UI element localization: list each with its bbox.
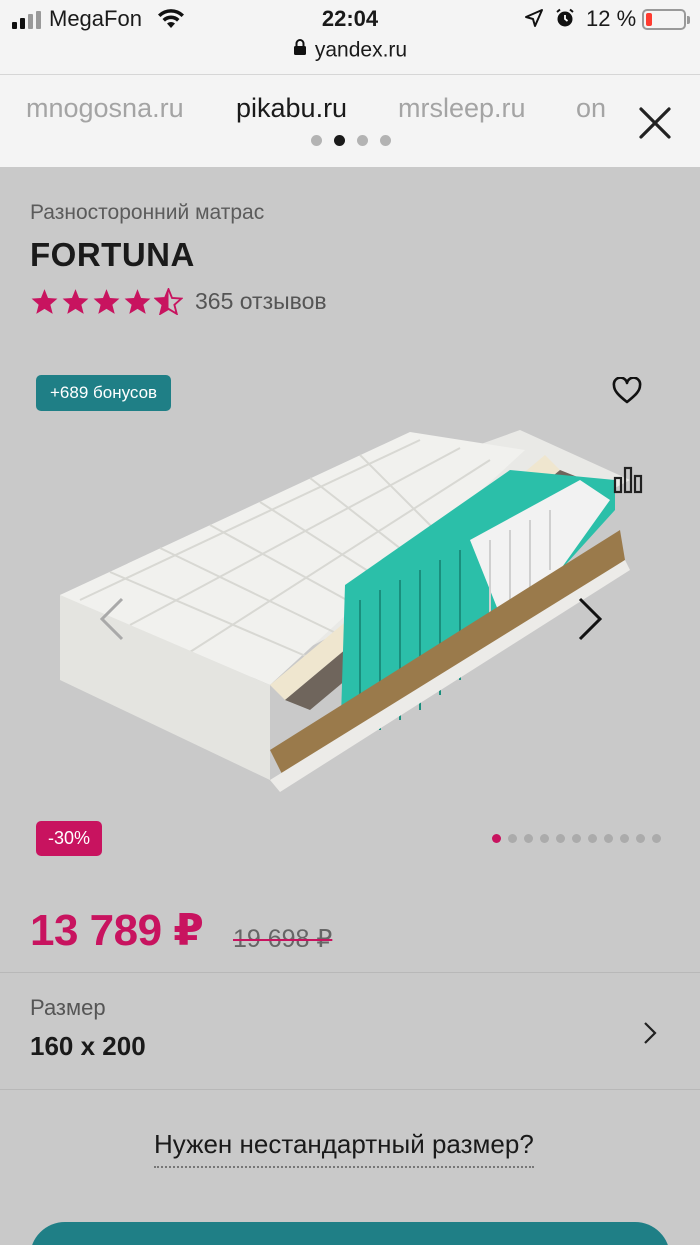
- product-subtitle: Разносторонний матрас: [30, 201, 265, 224]
- product-image[interactable]: [40, 420, 660, 810]
- pager-dot: [311, 135, 322, 146]
- compare-icon[interactable]: [613, 466, 643, 499]
- gallery-dot[interactable]: [524, 834, 533, 843]
- bonus-badge: +689 бонусов: [36, 375, 172, 411]
- heart-icon[interactable]: [612, 376, 642, 410]
- site-tabs: mnogosna.ru pikabu.ru mrsleep.ru on: [0, 74, 700, 167]
- old-price: 19 698 ₽: [233, 925, 333, 953]
- discount-badge: -30%: [36, 821, 103, 856]
- gallery-dot[interactable]: [508, 834, 517, 843]
- gallery-dot[interactable]: [620, 834, 629, 843]
- product-rating[interactable]: 365 отзывов: [30, 288, 327, 315]
- custom-size-link[interactable]: Нужен нестандартный размер?: [154, 1129, 534, 1168]
- star-icon: [62, 289, 89, 314]
- chevron-right-icon[interactable]: [576, 596, 604, 647]
- gallery-dot[interactable]: [540, 834, 549, 843]
- gallery-dot[interactable]: [652, 834, 661, 843]
- battery-icon: [642, 9, 690, 30]
- tab-pager: [311, 135, 391, 146]
- reviews-count: 365 отзывов: [195, 288, 327, 314]
- chevron-left-icon[interactable]: [98, 596, 126, 647]
- product-title: FORTUNA: [30, 236, 195, 273]
- gallery-dot-active[interactable]: [492, 834, 501, 843]
- tab-pikabu[interactable]: pikabu.ru: [236, 93, 347, 124]
- gallery-dot[interactable]: [636, 834, 645, 843]
- star-icon: [93, 289, 120, 314]
- pager-dot: [380, 135, 391, 146]
- close-icon[interactable]: [637, 105, 673, 146]
- battery-percentage: 12 %: [586, 6, 637, 31]
- status-bar: MegaFon 22:04 12 %: [0, 0, 700, 38]
- add-to-cart-button[interactable]: [30, 1222, 670, 1245]
- tab-mrsleep[interactable]: mrsleep.ru: [398, 93, 526, 124]
- url-text: yandex.ru: [314, 38, 408, 62]
- tab-mnogosna[interactable]: mnogosna.ru: [26, 93, 184, 124]
- address-bar[interactable]: yandex.ru: [0, 38, 700, 74]
- size-label: Размер: [30, 995, 106, 1020]
- size-value: 160 x 200: [30, 1031, 146, 1061]
- chevron-right-icon: [643, 1021, 657, 1050]
- star-icon: [124, 289, 151, 314]
- location-arrow-icon: [524, 8, 544, 33]
- tab-next-partial[interactable]: on: [576, 93, 606, 124]
- gallery-dot[interactable]: [572, 834, 581, 843]
- half-star-icon: [154, 288, 183, 315]
- pager-dot: [357, 135, 368, 146]
- size-selector[interactable]: Размер 160 x 200: [0, 972, 700, 1090]
- pager-dot-active: [334, 135, 345, 146]
- star-icon: [31, 289, 58, 314]
- alarm-icon: [554, 7, 576, 34]
- gallery-dot[interactable]: [556, 834, 565, 843]
- gallery-pager: [492, 834, 661, 843]
- rating-stars: [30, 288, 183, 315]
- lock-icon: [293, 38, 307, 62]
- current-price: 13 789 ₽: [30, 906, 204, 955]
- gallery-dot[interactable]: [604, 834, 613, 843]
- gallery-dot[interactable]: [588, 834, 597, 843]
